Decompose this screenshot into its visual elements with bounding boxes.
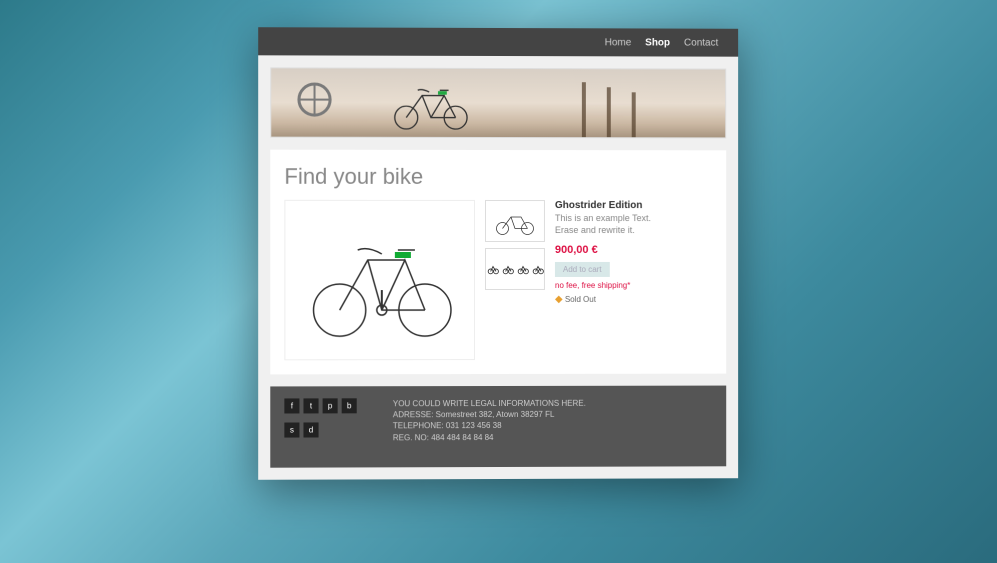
nav-contact[interactable]: Contact [684,37,718,48]
top-nav: Home Shop Contact [258,27,738,56]
product-row: Ghostrider Edition This is an example Te… [284,200,712,360]
banner-pole [581,82,585,137]
social-links: f t p b s d [284,398,374,443]
banner-pole [631,92,635,137]
product-description: This is an example Text. Erase and rewri… [554,213,711,236]
twitter-icon[interactable]: t [303,398,318,413]
pinterest-icon[interactable]: p [322,398,337,413]
banner-bike-icon [386,77,474,132]
add-to-cart-button[interactable]: Add to cart [554,262,609,277]
website-page: Home Shop Contact Find your bike [258,27,738,479]
product-thumbnails [484,200,544,360]
main-content: Find your bike [270,150,726,375]
wheel-logo-icon [297,83,331,117]
nav-shop[interactable]: Shop [645,37,670,48]
product-name: Ghostrider Edition [554,200,711,211]
blog-icon[interactable]: b [341,398,356,413]
share-icon[interactable]: s [284,423,299,438]
product-main-image[interactable] [284,200,475,360]
page-title: Find your bike [284,164,712,190]
footer-text: YOU COULD WRITE LEGAL INFORMATIONS HERE.… [392,398,585,443]
thumbnail-mini[interactable] [500,250,513,288]
hero-banner [270,67,726,138]
thumbnail-mini[interactable] [515,250,528,288]
stock-indicator-icon: ◆ [554,294,562,305]
thumbnail-mini[interactable] [485,250,498,288]
product-price: 900,00 € [554,244,711,256]
footer: f t p b s d YOU COULD WRITE LEGAL INFORM… [270,386,726,468]
thumbnail-1[interactable] [484,200,544,242]
thumbnail-row [484,248,544,290]
nav-home[interactable]: Home [604,37,631,48]
stock-status: ◆ Sold Out [554,294,711,305]
banner-pole [606,87,610,137]
facebook-icon[interactable]: f [284,398,299,413]
product-details: Ghostrider Edition This is an example Te… [554,200,711,360]
shipping-note: no fee, free shipping* [554,281,711,290]
download-icon[interactable]: d [303,423,318,438]
thumbnail-mini[interactable] [530,250,543,288]
